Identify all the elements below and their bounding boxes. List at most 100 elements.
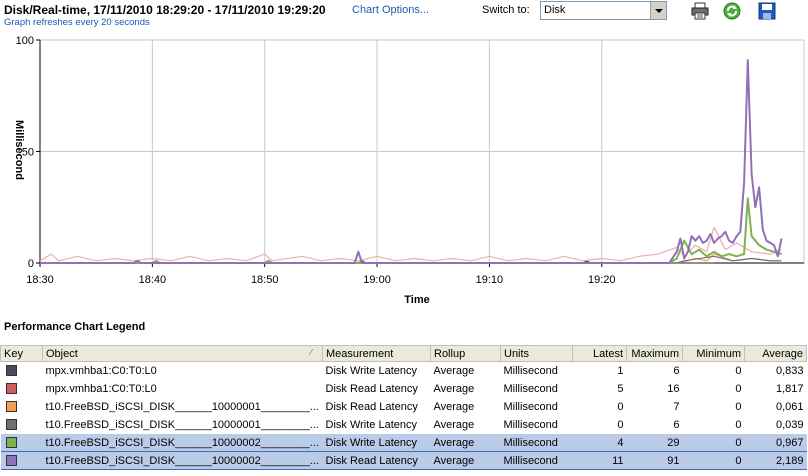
legend-average: 0,039 [744, 415, 807, 434]
x-tick-label: 19:10 [476, 274, 504, 286]
legend-row[interactable]: t10.FreeBSD_iSCSI_DISK______10000001____… [0, 415, 807, 434]
legend-minimum: 0 [682, 379, 745, 398]
col-units[interactable]: Units [500, 345, 573, 362]
chevron-down-icon[interactable] [650, 2, 666, 19]
legend-object: t10.FreeBSD_iSCSI_DISK______10000002____… [42, 433, 323, 452]
legend-latest: 5 [572, 379, 627, 398]
legend-row[interactable]: t10.FreeBSD_iSCSI_DISK______10000001____… [0, 397, 807, 416]
chart-header: Disk/Real-time, 17/11/2010 18:29:20 - 17… [0, 0, 808, 32]
col-maximum[interactable]: Maximum [626, 345, 683, 362]
grid-lines [39, 39, 805, 264]
legend-latest: 11 [572, 451, 627, 470]
save-icon[interactable] [757, 1, 777, 21]
legend-row[interactable]: t10.FreeBSD_iSCSI_DISK______10000002____… [0, 433, 807, 452]
legend-key-cell [0, 415, 43, 434]
legend-latest: 4 [572, 433, 627, 452]
x-axis-label: Time [404, 294, 429, 306]
x-tick-label: 19:00 [363, 274, 391, 286]
legend-average: 2,189 [744, 451, 807, 470]
legend-minimum: 0 [682, 433, 745, 452]
y-tick-label: 100 [16, 35, 34, 47]
sort-indicator-icon: ⁄ [310, 347, 312, 357]
chart-title: Disk/Real-time, 17/11/2010 18:29:20 - 17… [4, 3, 326, 17]
col-latest[interactable]: Latest [572, 345, 627, 362]
refresh-note: Graph refreshes every 20 seconds [4, 17, 150, 28]
col-average[interactable]: Average [744, 345, 807, 362]
legend-row[interactable]: mpx.vmhba1:C0:T0:L0 Disk Read Latency Aver… [0, 379, 807, 398]
switch-to-select[interactable]: Disk [540, 1, 667, 20]
col-minimum[interactable]: Minimum [682, 345, 745, 362]
col-object-label: Object [46, 347, 78, 360]
legend-object: t10.FreeBSD_iSCSI_DISK______10000001____… [42, 397, 323, 416]
legend-rollup: Average [430, 397, 501, 416]
legend-latest: 1 [572, 361, 627, 380]
legend-units: Millisecond [500, 451, 573, 470]
legend-table: Key Object ⁄ Measurement Rollup Units La… [0, 345, 807, 470]
color-swatch [5, 401, 17, 413]
legend-row[interactable]: mpx.vmhba1:C0:T0:L0 Disk Write Latency Ave… [0, 361, 807, 380]
legend-key-cell [0, 433, 43, 452]
switch-to-label: Switch to: [482, 4, 530, 16]
color-swatch [5, 455, 17, 467]
col-rollup[interactable]: Rollup [430, 345, 501, 362]
legend-object: t10.FreeBSD_iSCSI_DISK______10000002____… [42, 451, 323, 470]
legend-object: mpx.vmhba1:C0:T0:L0 [42, 379, 323, 398]
legend-key-cell [0, 397, 43, 416]
legend-minimum: 0 [682, 361, 745, 380]
legend-measurement: Disk Write Latency [322, 433, 431, 452]
legend-minimum: 0 [682, 397, 745, 416]
legend-title: Performance Chart Legend [4, 321, 146, 333]
printer-icon[interactable] [690, 1, 710, 21]
legend-units: Millisecond [500, 415, 573, 434]
legend-average: 1,817 [744, 379, 807, 398]
legend-latest: 0 [572, 415, 627, 434]
legend-rollup: Average [430, 379, 501, 398]
legend-rollup: Average [430, 361, 501, 380]
legend-measurement: Disk Write Latency [322, 415, 431, 434]
legend-measurement: Disk Read Latency [322, 451, 431, 470]
legend-average: 0,061 [744, 397, 807, 416]
legend-row[interactable]: t10.FreeBSD_iSCSI_DISK______10000002____… [0, 451, 807, 470]
col-measurement[interactable]: Measurement [322, 345, 431, 362]
legend-maximum: 29 [626, 433, 683, 452]
legend-average: 0,967 [744, 433, 807, 452]
switch-to-value: Disk [544, 4, 566, 16]
legend-rollup: Average [430, 451, 501, 470]
legend-maximum: 16 [626, 379, 683, 398]
legend-measurement: Disk Read Latency [322, 379, 431, 398]
legend-object: mpx.vmhba1:C0:T0:L0 [42, 361, 323, 380]
chart-options-link[interactable]: Chart Options... [352, 4, 429, 16]
legend-key-cell [0, 361, 43, 380]
y-axis-label: Millisecond [13, 120, 25, 180]
legend-latest: 0 [572, 397, 627, 416]
color-swatch [5, 383, 17, 395]
legend-rollup: Average [430, 415, 501, 434]
legend-minimum: 0 [682, 451, 745, 470]
legend-header-row: Key Object ⁄ Measurement Rollup Units La… [0, 345, 807, 362]
legend-average: 0,833 [744, 361, 807, 380]
legend-minimum: 0 [682, 415, 745, 434]
legend-units: Millisecond [500, 379, 573, 398]
latency-chart: 0 50 100 18:30 18:40 18:50 19:00 19:10 19:20 Mil… [0, 32, 808, 312]
color-swatch [5, 419, 17, 431]
x-tick-label: 19:20 [588, 274, 616, 286]
legend-units: Millisecond [500, 433, 573, 452]
legend-maximum: 6 [626, 361, 683, 380]
x-tick-label: 18:30 [26, 274, 54, 286]
color-swatch [5, 437, 17, 449]
x-tick-label: 18:40 [139, 274, 167, 286]
legend-key-cell [0, 451, 43, 470]
legend-measurement: Disk Read Latency [322, 397, 431, 416]
col-key[interactable]: Key [0, 345, 43, 362]
col-object[interactable]: Object ⁄ [42, 345, 323, 362]
legend-rollup: Average [430, 433, 501, 452]
refresh-icon[interactable] [722, 1, 742, 21]
chart-canvas: 05010018:30 18:40 18:50 19:00 19:10 19:20 Mil… [13, 35, 805, 306]
legend-maximum: 91 [626, 451, 683, 470]
color-swatch [5, 365, 17, 377]
legend-measurement: Disk Write Latency [322, 361, 431, 380]
legend-maximum: 7 [626, 397, 683, 416]
legend-object: t10.FreeBSD_iSCSI_DISK______10000001____… [42, 415, 323, 434]
x-tick-label: 18:50 [251, 274, 279, 286]
y-tick-label: 0 [28, 258, 34, 270]
